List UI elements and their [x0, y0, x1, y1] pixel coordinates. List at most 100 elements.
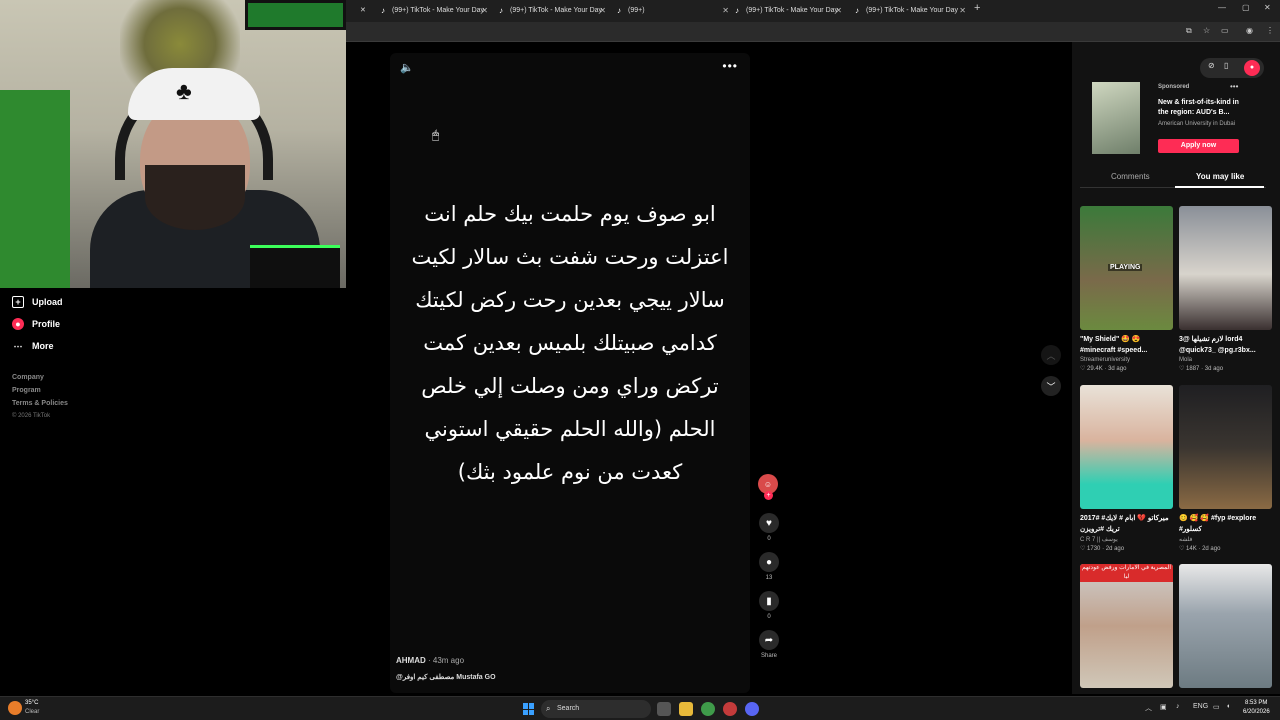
video-caption-overlay: ابو صوف يوم حلمت بيك حلم انت اعتزلت ورحت…: [411, 202, 729, 484]
video-author[interactable]: AHMAD · 43m ago: [396, 656, 464, 665]
video-thumbnail[interactable]: [1080, 385, 1173, 509]
chrome-icon[interactable]: [701, 702, 715, 716]
apply-now-button[interactable]: Apply now: [1158, 139, 1239, 153]
compass-icon[interactable]: ⊘: [1208, 61, 1215, 70]
sidebar-item-profile[interactable]: ● Profile: [12, 316, 60, 332]
chevron-down-icon: ﹀: [1046, 381, 1056, 392]
share-button[interactable]: ➦ Share: [758, 630, 780, 659]
volume-icon[interactable]: ◖: [1226, 703, 1230, 710]
windows-taskbar: 35°C Clear ⌕ Search ︿ ▣ ♪ ENG ▭ ◖ 8:53 PM…: [0, 696, 1280, 720]
close-icon[interactable]: ✕: [835, 3, 842, 19]
browser-tab[interactable]: ♪ (99+) ✕: [614, 3, 729, 19]
sidebar-item-upload[interactable]: + Upload: [12, 294, 63, 310]
ad-more-icon[interactable]: •••: [1230, 82, 1238, 91]
video-thumbnail[interactable]: [1179, 564, 1272, 688]
video-thumbnail[interactable]: [1179, 206, 1272, 330]
menu-kebab-icon[interactable]: ⋮: [1266, 26, 1274, 35]
card-meta: ♡ 1887 · 3d ago: [1179, 366, 1224, 372]
mouse-cursor-icon: 🖱: [432, 128, 440, 142]
user-avatar-icon[interactable]: ●: [1244, 60, 1260, 76]
recommended-video-card[interactable]: 2017# #ميركاتو 💔 ابام # لايك تريك #ترويز…: [1080, 385, 1173, 552]
address-bar[interactable]: ⧉ ☆ ▭ ◉ ⋮: [346, 22, 1280, 42]
video-thumbnail[interactable]: المصرية في الامارات ورفض عودتهم ليا: [1080, 564, 1173, 688]
recommended-video-card[interactable]: المصرية في الامارات ورفض عودتهم ليا: [1080, 564, 1173, 688]
tab-comments[interactable]: Comments: [1111, 172, 1150, 181]
webcam-microphone: [250, 245, 340, 288]
chevron-up-icon: ︿: [1046, 350, 1056, 361]
ad-thumbnail[interactable]: [1092, 82, 1140, 154]
clover-icon: ♣: [176, 78, 192, 105]
recommended-video-card[interactable]: 3@ لازم تشيلها lord4 @quick73_ @pg.r3bx.…: [1179, 206, 1272, 372]
video-player[interactable]: 🔈 ••• ابو صوف يوم حلمت بيك حلم انت اعتزل…: [390, 53, 750, 693]
phone-icon[interactable]: ▯: [1224, 61, 1228, 70]
chevron-up-icon[interactable]: ︿: [1145, 703, 1152, 713]
account-icon[interactable]: ◉: [1246, 26, 1253, 35]
clock-time[interactable]: 8:53 PM: [1245, 700, 1267, 706]
save-button[interactable]: ▮ 0: [758, 591, 780, 620]
close-icon[interactable]: ✕: [959, 3, 966, 19]
recommended-video-card[interactable]: PLAYING "My Shield" 🤩 😍 #minecraft #spee…: [1080, 206, 1173, 372]
copyright: © 2026 TikTok: [12, 413, 51, 419]
search-icon: ⌕: [546, 704, 551, 713]
browser-tab[interactable]: ♪ (99+) TikTok - Make Your Day ✕: [732, 3, 842, 19]
maximize-icon[interactable]: ▢: [1242, 3, 1250, 12]
windows-start-icon[interactable]: [523, 703, 535, 715]
language-indicator[interactable]: ENG: [1193, 703, 1208, 710]
video-thumbnail[interactable]: PLAYING: [1080, 206, 1173, 330]
clock-date[interactable]: 6/20/2026: [1243, 709, 1270, 715]
tiktok-icon: ♪: [499, 6, 503, 15]
minimize-icon[interactable]: —: [1218, 3, 1226, 12]
browser-tab[interactable]: ♪ (99+) TikTok - Make Your Day ✕: [496, 3, 606, 19]
more-options-icon[interactable]: •••: [722, 59, 738, 73]
new-tab-button[interactable]: +: [974, 2, 980, 14]
close-icon[interactable]: ✕: [599, 3, 606, 19]
share-icon: ➦: [759, 630, 779, 650]
tiktok-icon: ♪: [617, 6, 621, 15]
card-meta: ♡ 1730 · 2d ago: [1080, 546, 1125, 552]
extension-icon[interactable]: ▭: [1221, 26, 1229, 35]
tiktok-icon: ♪: [735, 6, 739, 15]
profile-icon: ●: [12, 318, 24, 330]
browser-tab[interactable]: ♪ (99+) TikTok - Make Your Day ✕: [378, 3, 488, 19]
card-meta: ♡ 14K · 2d ago: [1179, 546, 1221, 552]
follow-plus-icon[interactable]: +: [764, 491, 773, 500]
video-description[interactable]: @مصطفى كيم اوفر Mustafa GO: [396, 673, 496, 681]
app-icon[interactable]: [723, 702, 737, 716]
webcam-shelf: [245, 0, 346, 30]
file-explorer-icon[interactable]: [679, 702, 693, 716]
like-button[interactable]: ♥ 0: [758, 513, 780, 542]
active-tab-indicator: [1175, 186, 1264, 188]
previous-video-button[interactable]: ︿: [1041, 345, 1061, 365]
cast-icon[interactable]: ⧉: [1186, 26, 1192, 36]
footer-link-program[interactable]: Program: [12, 387, 41, 394]
bookmark-star-icon[interactable]: ☆: [1203, 26, 1210, 35]
tray-icon[interactable]: ▣: [1160, 703, 1167, 711]
close-icon[interactable]: ✕: [722, 3, 729, 19]
volume-icon[interactable]: 🔈: [400, 61, 414, 74]
tiktok-icon: ♪: [855, 6, 859, 15]
task-view-icon[interactable]: [657, 702, 671, 716]
discord-icon[interactable]: [745, 702, 759, 716]
weather-icon[interactable]: [8, 701, 22, 715]
network-icon[interactable]: ▭: [1213, 703, 1220, 711]
microphone-icon[interactable]: ♪: [1176, 703, 1180, 710]
webcam-creeper-figure: [0, 90, 70, 288]
sidebar-item-more[interactable]: ⋯ More: [12, 338, 54, 354]
video-thumbnail[interactable]: [1179, 385, 1272, 509]
recommended-video-card[interactable]: 😊 🥰 🥰 #fyp #explore #كسلور فلشه ♡ 14K · …: [1179, 385, 1272, 552]
ad-sponsored-label: Sponsored: [1158, 84, 1190, 90]
tab-you-may-like[interactable]: You may like: [1196, 172, 1244, 181]
ad-title[interactable]: New & first-of-its-kind in the region: A…: [1158, 98, 1242, 118]
footer-link-company[interactable]: Company: [12, 374, 44, 381]
recommended-video-card[interactable]: [1179, 564, 1272, 688]
window-close-icon[interactable]: ✕: [1264, 3, 1271, 12]
next-video-button[interactable]: ﹀: [1041, 376, 1061, 396]
ad-advertiser: American University in Dubai: [1158, 121, 1236, 127]
footer-link-terms[interactable]: Terms & Policies: [12, 400, 68, 407]
close-icon[interactable]: ✕: [481, 3, 488, 19]
tiktok-icon: ♪: [381, 6, 385, 15]
close-icon[interactable]: ✕: [360, 3, 370, 19]
browser-tab[interactable]: ♪ (99+) TikTok - Make Your Day ✕: [852, 3, 966, 19]
taskbar-search[interactable]: ⌕ Search: [541, 700, 651, 718]
comment-button[interactable]: ● 13: [758, 552, 780, 581]
